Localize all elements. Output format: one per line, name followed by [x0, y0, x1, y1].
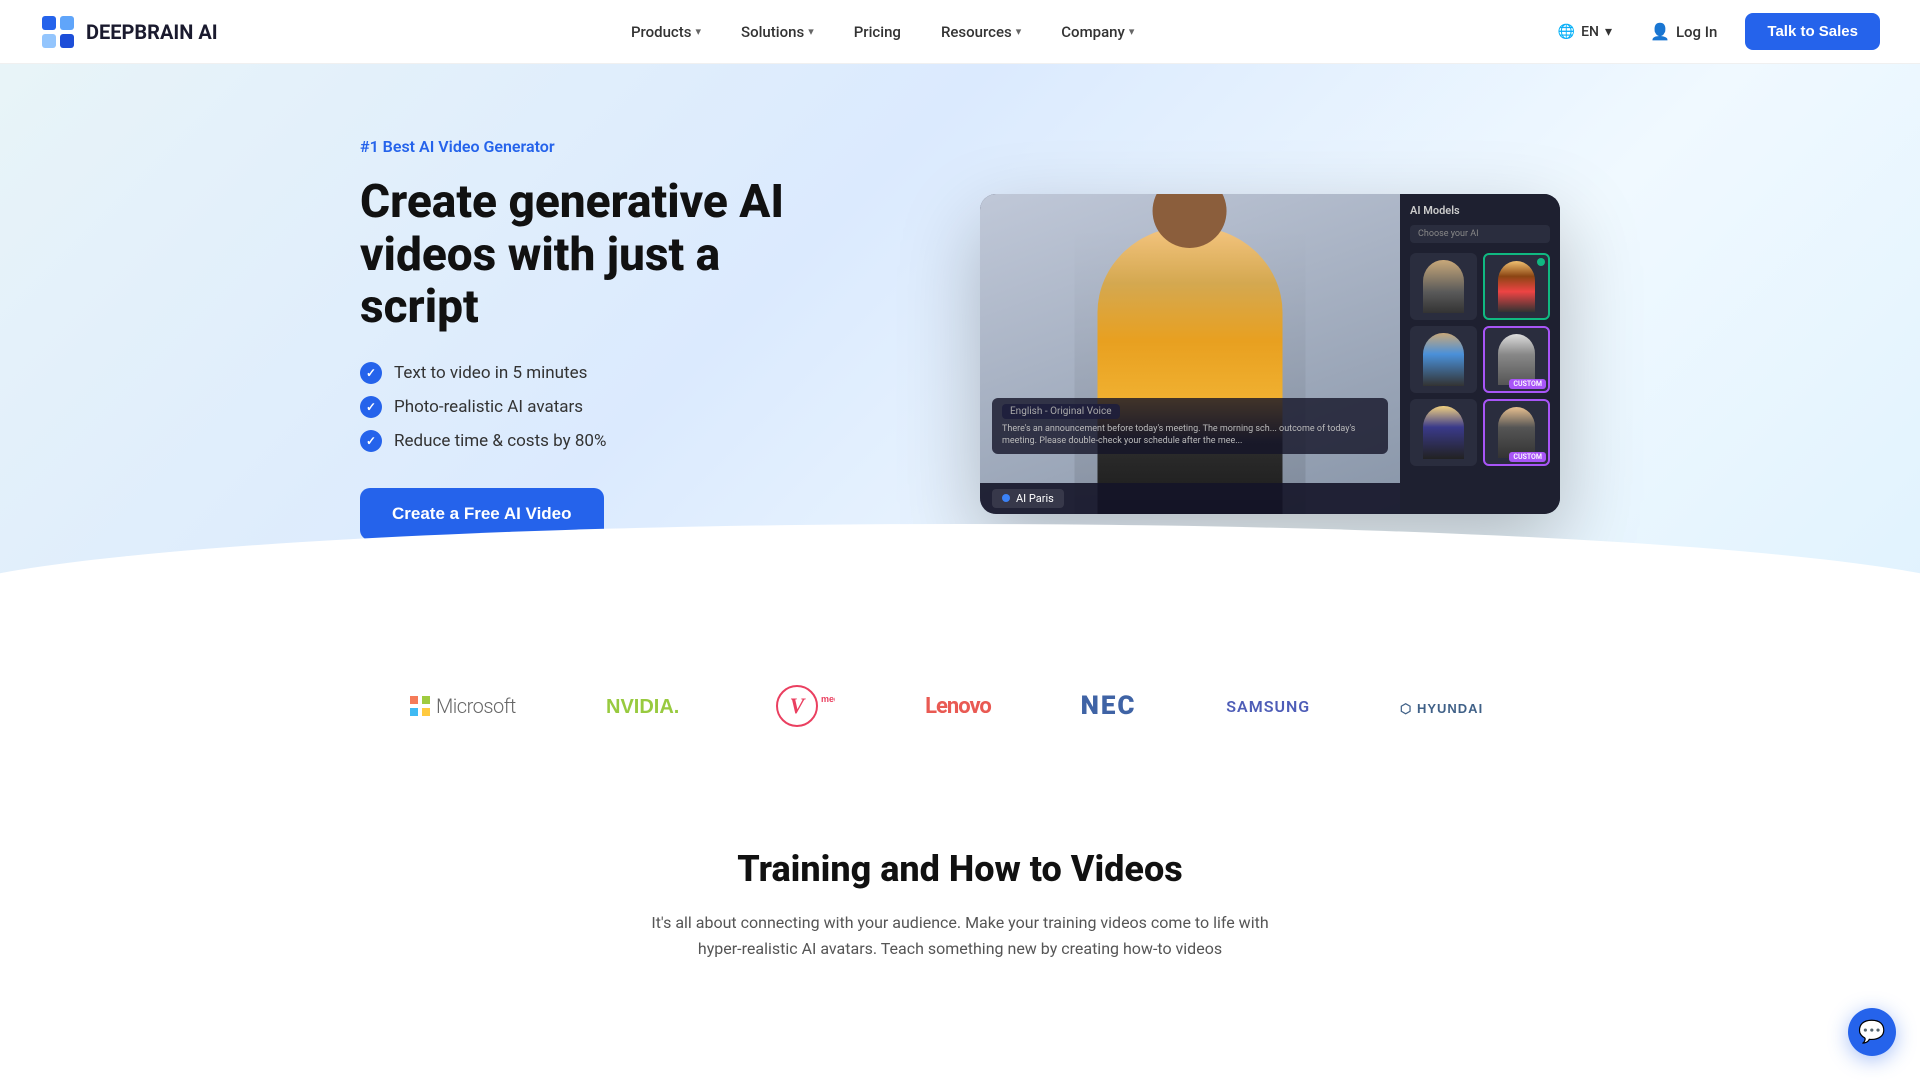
nvidia-icon: NVIDIA.	[606, 691, 686, 721]
video-mockup: English - Original Voice There's an anno…	[980, 194, 1560, 514]
nav-actions: 🌐 EN ▾ 👤 Log In Talk to Sales	[1548, 13, 1880, 50]
check-icon	[360, 430, 382, 452]
avatar-cell-custom[interactable]: CUSTOM	[1483, 326, 1550, 393]
samsung-logo: SAMSUNG	[1226, 697, 1310, 716]
chevron-down-icon: ▾	[695, 25, 701, 38]
hyundai-icon: ⬡ HYUNDAI	[1400, 691, 1510, 721]
video-main-area: English - Original Voice There's an anno…	[980, 194, 1400, 514]
check-icon	[360, 396, 382, 418]
nav-links: Products ▾ Solutions ▾ Pricing Resources…	[615, 15, 1150, 49]
section-description: It's all about connecting with your audi…	[640, 910, 1280, 961]
hero-right: English - Original Voice There's an anno…	[900, 194, 1560, 514]
globe-icon: 🌐	[1558, 24, 1575, 40]
training-section: Training and How to Videos It's all abou…	[0, 768, 1920, 1021]
credit-card-icon: 💳	[360, 552, 380, 571]
script-text: There's an announcement before today's m…	[1002, 423, 1378, 448]
nav-pricing[interactable]: Pricing	[838, 15, 917, 49]
svg-text:NVIDIA.: NVIDIA.	[606, 696, 679, 718]
avatar-head	[1153, 194, 1227, 248]
avatar-cell-custom[interactable]: CUSTOM	[1483, 399, 1550, 466]
custom-badge: CUSTOM	[1509, 379, 1546, 389]
login-button[interactable]: 👤 Log In	[1634, 14, 1733, 49]
nav-resources[interactable]: Resources ▾	[925, 15, 1037, 49]
section-title: Training and How to Videos	[80, 848, 1840, 890]
talk-to-sales-button[interactable]: Talk to Sales	[1745, 13, 1880, 50]
svg-text:media: media	[821, 694, 835, 704]
user-icon: 👤	[1650, 22, 1670, 41]
avatar-cell[interactable]	[1410, 326, 1477, 393]
avatar-face	[1498, 334, 1536, 384]
script-overlay: English - Original Voice There's an anno…	[992, 398, 1388, 454]
microsoft-icon	[410, 696, 430, 716]
nvidia-logo: NVIDIA.	[606, 691, 686, 721]
video-bottom-bar: AI Paris	[980, 483, 1400, 514]
language-selector[interactable]: 🌐 EN ▾	[1548, 18, 1622, 46]
logo-text: DEEPBRAIN AI	[86, 20, 218, 44]
logos-inner: Microsoft NVIDIA. V media Lenovo NEC	[410, 684, 1510, 728]
chat-widget-button[interactable]: 💬	[1848, 1008, 1896, 1056]
hero-content: #1 Best AI Video Generator Create genera…	[360, 137, 1560, 572]
ai-dot-icon	[1002, 494, 1010, 502]
avatar-body	[1098, 226, 1283, 514]
chevron-down-icon: ▾	[1016, 25, 1022, 38]
avatar-cell-selected[interactable]	[1483, 253, 1550, 320]
sidebar-search[interactable]: Choose your AI	[1410, 225, 1550, 243]
feature-item: Text to video in 5 minutes	[360, 362, 840, 384]
no-credit-card-note: 💳 No credit card require	[360, 552, 840, 571]
custom-badge: CUSTOM	[1509, 452, 1546, 462]
avatar-face	[1423, 333, 1463, 387]
avatar-face	[1498, 407, 1536, 457]
nec-logo: NEC	[1081, 691, 1137, 721]
avatar-face	[1423, 406, 1463, 460]
feature-item: Reduce time & costs by 80%	[360, 430, 840, 452]
sidebar-title: AI Models	[1410, 204, 1550, 217]
avatar-face	[1498, 261, 1536, 311]
svg-text:⬡ HYUNDAI: ⬡ HYUNDAI	[1400, 701, 1483, 716]
chevron-down-icon: ▾	[1605, 24, 1612, 40]
hero-title: Create generative AI videos with just a …	[360, 176, 840, 335]
avatar-grid: CUSTOM CUSTOM	[1410, 253, 1550, 466]
avatar-cell[interactable]	[1410, 253, 1477, 320]
chevron-down-icon: ▾	[808, 25, 814, 38]
lenovo-logo: Lenovo	[925, 694, 991, 719]
nav-solutions[interactable]: Solutions ▾	[725, 15, 830, 49]
avatar-face	[1423, 260, 1463, 314]
hero-left: #1 Best AI Video Generator Create genera…	[360, 137, 840, 572]
feature-item: Photo-realistic AI avatars	[360, 396, 840, 418]
virgin-icon: V media	[775, 684, 835, 728]
hyundai-logo: ⬡ HYUNDAI	[1400, 691, 1510, 721]
nav-company[interactable]: Company ▾	[1045, 15, 1150, 49]
selected-badge	[1537, 258, 1545, 266]
navbar: DEEPBRAIN AI Products ▾ Solutions ▾ Pric…	[0, 0, 1920, 64]
microsoft-logo: Microsoft	[410, 694, 516, 718]
ai-models-sidebar: AI Models Choose your AI	[1400, 194, 1560, 514]
logo-icon	[40, 14, 76, 50]
avatar-cell[interactable]	[1410, 399, 1477, 466]
ai-name-badge[interactable]: AI Paris	[992, 489, 1064, 508]
virgin-media-logo: V media	[775, 684, 835, 728]
hero-features: Text to video in 5 minutes Photo-realist…	[360, 362, 840, 452]
ai-avatar	[1075, 226, 1306, 514]
chat-icon: 💬	[1858, 1020, 1885, 1045]
nav-products[interactable]: Products ▾	[615, 15, 717, 49]
create-free-video-button[interactable]: Create a Free AI Video	[360, 488, 604, 540]
hero-badge: #1 Best AI Video Generator	[360, 137, 840, 156]
hero-section: #1 Best AI Video Generator Create genera…	[0, 64, 1920, 624]
check-icon	[360, 362, 382, 384]
language-badge: English - Original Voice	[1002, 404, 1120, 419]
logos-section: Microsoft NVIDIA. V media Lenovo NEC	[0, 624, 1920, 768]
svg-text:V: V	[790, 693, 807, 718]
chevron-down-icon: ▾	[1129, 25, 1135, 38]
logo[interactable]: DEEPBRAIN AI	[40, 14, 218, 50]
